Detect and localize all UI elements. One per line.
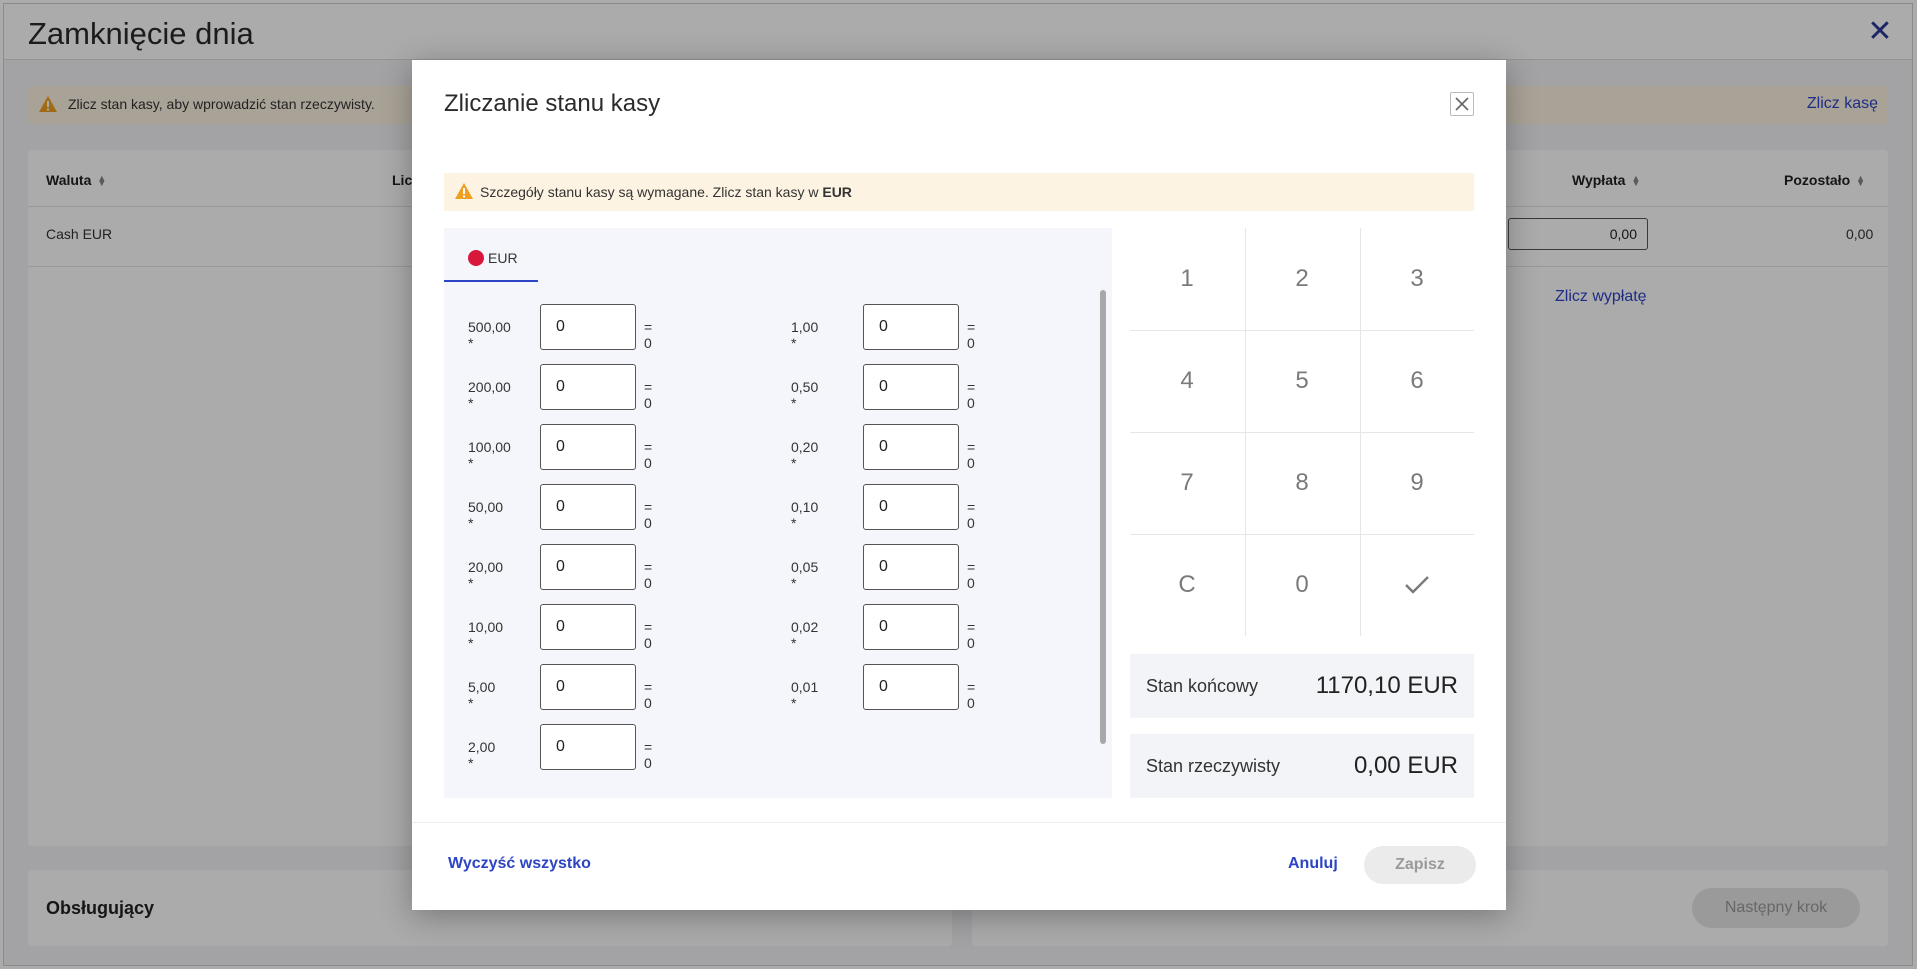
denomination-count-input[interactable]	[540, 604, 636, 650]
dialog-warning-text: Szczegóły stanu kasy są wymagane. Zlicz …	[480, 184, 852, 200]
final-balance-value: 1170,10 EUR	[1315, 672, 1458, 699]
dialog-title: Zliczanie stanu kasy	[444, 90, 661, 117]
denomination-label: 200,00 *	[468, 379, 511, 411]
denomination-total: = 0	[644, 679, 653, 711]
denomination-label: 0,10 *	[791, 499, 819, 531]
checkmark-icon	[1405, 576, 1429, 594]
denomination-label: 500,00 *	[468, 319, 511, 351]
numpad-key-0[interactable]: 0	[1245, 534, 1359, 636]
denomination-label: 10,00 *	[468, 619, 504, 651]
divider	[412, 822, 1506, 823]
numpad-key-9[interactable]: 9	[1360, 432, 1474, 534]
actual-balance-value: 0,00 EUR	[1353, 752, 1458, 779]
denomination-label: 50,00 *	[468, 499, 504, 531]
denomination-total: = 0	[967, 679, 976, 711]
denomination-label: 5,00 *	[468, 679, 496, 711]
numpad-key-confirm[interactable]	[1360, 534, 1474, 636]
save-button[interactable]: Zapisz	[1364, 846, 1476, 884]
numpad-key-clear[interactable]: C	[1130, 534, 1244, 636]
denomination-total: = 0	[644, 619, 653, 651]
numpad: 1 2 3 4 5 6 7 8 9 C 0	[1130, 228, 1474, 638]
numpad-key-1[interactable]: 1	[1130, 228, 1244, 330]
denomination-label: 20,00 *	[468, 559, 504, 591]
numpad-key-4[interactable]: 4	[1130, 330, 1244, 432]
denomination-label: 2,00 *	[468, 739, 496, 771]
cancel-button[interactable]: Anuluj	[1288, 855, 1338, 873]
actual-balance-box: Stan rzeczywisty 0,00 EUR	[1130, 734, 1474, 798]
denomination-total: = 0	[967, 379, 976, 411]
numpad-key-8[interactable]: 8	[1245, 432, 1359, 534]
final-balance-label: Stan końcowy	[1146, 676, 1259, 696]
denomination-label: 0,01 *	[791, 679, 819, 711]
denomination-total: = 0	[644, 739, 653, 771]
denomination-label: 0,50 *	[791, 379, 819, 411]
denomination-count-input[interactable]	[863, 664, 959, 710]
denomination-total: = 0	[644, 319, 653, 351]
denomination-total: = 0	[967, 439, 976, 471]
denomination-label: 1,00 *	[791, 319, 819, 351]
denomination-count-input[interactable]	[540, 364, 636, 410]
numpad-key-2[interactable]: 2	[1245, 228, 1359, 330]
denomination-count-input[interactable]	[540, 724, 636, 770]
denomination-label: 0,20 *	[791, 439, 819, 471]
denomination-count-input[interactable]	[540, 664, 636, 710]
numpad-key-5[interactable]: 5	[1245, 330, 1359, 432]
denomination-total: = 0	[644, 439, 653, 471]
denomination-total: = 0	[967, 499, 976, 531]
denomination-panel: EUR 500,00 * = 0 200,00 * = 0 100,00 * =…	[444, 228, 1112, 798]
final-balance-box: Stan końcowy 1170,10 EUR	[1130, 654, 1474, 718]
numpad-key-3[interactable]: 3	[1360, 228, 1474, 330]
denomination-count-input[interactable]	[863, 424, 959, 470]
denomination-total: = 0	[967, 559, 976, 591]
denomination-count-input[interactable]	[540, 304, 636, 350]
denomination-count-input[interactable]	[863, 304, 959, 350]
denomination-label: 0,02 *	[791, 619, 819, 651]
dialog-warning-banner: Szczegóły stanu kasy są wymagane. Zlicz …	[444, 173, 1474, 211]
denomination-total: = 0	[644, 559, 653, 591]
denomination-count-input[interactable]	[863, 544, 959, 590]
close-icon	[1455, 97, 1469, 111]
numpad-key-6[interactable]: 6	[1360, 330, 1474, 432]
scrollbar[interactable]	[1100, 290, 1106, 744]
denomination-count-input[interactable]	[540, 424, 636, 470]
denomination-count-input[interactable]	[863, 604, 959, 650]
currency-tab-label: EUR	[488, 250, 518, 266]
denomination-total: = 0	[967, 319, 976, 351]
numpad-key-7[interactable]: 7	[1130, 432, 1244, 534]
denomination-count-input[interactable]	[540, 484, 636, 530]
denomination-total: = 0	[644, 379, 653, 411]
warning-currency: EUR	[822, 184, 852, 200]
denomination-label: 100,00 *	[468, 439, 511, 471]
denomination-count-input[interactable]	[540, 544, 636, 590]
clear-all-button[interactable]: Wyczyść wszystko	[448, 855, 591, 873]
dialog-close-button[interactable]	[1450, 92, 1474, 116]
actual-balance-label: Stan rzeczywisty	[1146, 756, 1281, 776]
denomination-total: = 0	[644, 499, 653, 531]
denomination-total: = 0	[967, 619, 976, 651]
denomination-count-input[interactable]	[863, 484, 959, 530]
currency-flag-icon	[468, 250, 484, 266]
warning-triangle-icon	[455, 183, 473, 199]
tab-currency-eur[interactable]: EUR	[444, 228, 538, 282]
cash-count-dialog: Zliczanie stanu kasy Szczegóły stanu kas…	[412, 60, 1506, 910]
denomination-label: 0,05 *	[791, 559, 819, 591]
denomination-count-input[interactable]	[863, 364, 959, 410]
